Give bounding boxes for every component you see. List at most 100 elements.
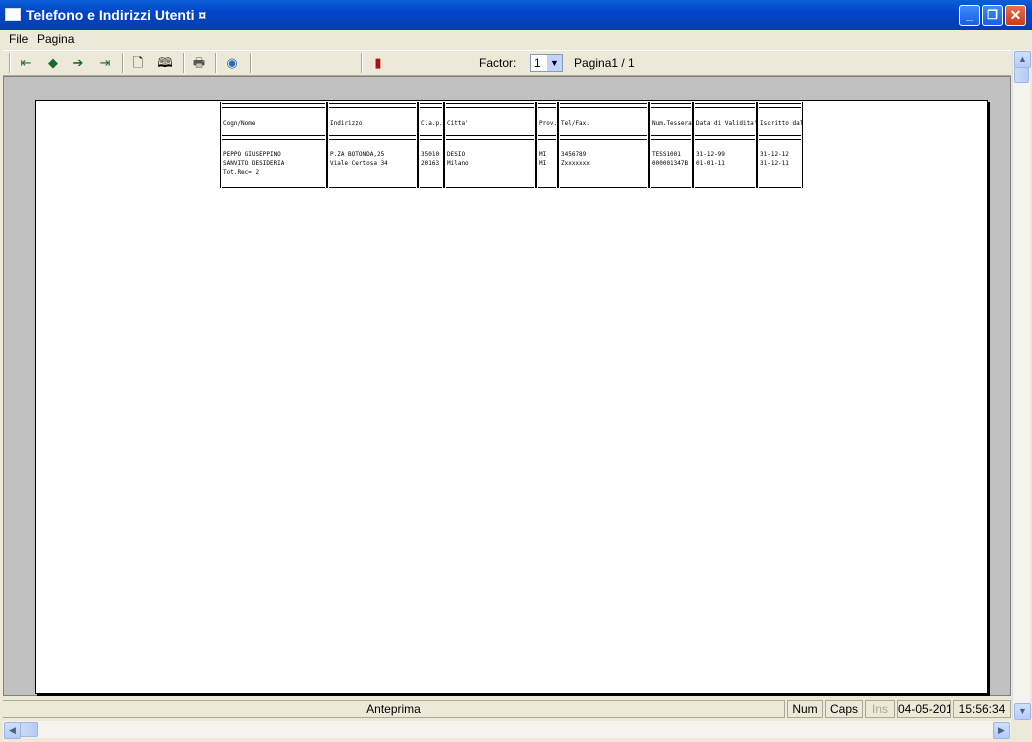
column-header: Iscritto dal — [760, 120, 804, 127]
exit-door-icon: ▮ — [374, 55, 382, 70]
chevron-down-icon[interactable]: ▼ — [547, 55, 562, 71]
export-icon: ◉ — [226, 55, 238, 70]
minimize-button[interactable]: _ — [959, 5, 980, 26]
print-preview-area[interactable]: Cogn/Nome PEPPO GIUSEPPINO SANVITO DESID… — [3, 76, 1011, 696]
exit-button[interactable]: ▮ — [367, 53, 389, 73]
printer-icon: 🖶 — [192, 55, 206, 70]
restore-icon: ❐ — [987, 8, 998, 22]
vertical-scroll-thumb[interactable] — [1014, 67, 1029, 83]
page-indicator: Pagina1 / 1 — [574, 56, 635, 70]
factor-select[interactable]: 1 ▼ — [530, 54, 563, 72]
status-mode: Anteprima — [3, 700, 785, 718]
column-header: Indirizzo — [330, 120, 363, 127]
status-bar: Anteprima Num Caps Ins 04-05-2016 15:56:… — [3, 698, 1011, 720]
chevron-right-icon: ▶ — [998, 725, 1005, 735]
menu-pagina[interactable]: Pagina — [37, 32, 74, 46]
status-time: 15:56:34 — [953, 700, 1011, 718]
cell: P.ZA BOTONDA,25 — [330, 151, 385, 158]
scroll-left-button[interactable]: ◀ — [4, 722, 21, 739]
factor-label: Factor: — [479, 56, 517, 70]
two-pages-icon: 🕮 — [157, 55, 173, 70]
column-header: Num.Tessera — [652, 120, 692, 127]
first-page-icon: ⇤ — [20, 55, 32, 70]
cell: 000001347B — [652, 160, 689, 167]
column-header: Tel/Fax. — [561, 120, 590, 127]
chevron-left-icon: ◀ — [9, 725, 16, 735]
status-caps: Caps — [825, 700, 863, 718]
factor-value: 1 — [534, 56, 541, 70]
cell: TESS1001 — [652, 151, 681, 158]
app-icon[interactable] — [5, 8, 21, 21]
cell: 01-01-11 — [696, 160, 725, 167]
cell: MI — [539, 160, 547, 167]
report-column: Citta' DESIO Milano — [444, 102, 536, 188]
prev-page-button[interactable]: ◆ — [42, 53, 64, 73]
report-column: Indirizzo P.ZA BOTONDA,25 Viale Certosa … — [327, 102, 418, 188]
column-header: Cogn/Nome — [223, 120, 256, 127]
toolbar-grip — [9, 53, 11, 73]
cell: 35010 — [421, 151, 440, 158]
close-button[interactable]: ✕ — [1005, 5, 1026, 26]
report-column: Tel/Fax. 3456789 Zxxxxxxx — [558, 102, 649, 188]
report-column: C.a.p. 35010 20163 — [418, 102, 444, 188]
cell: DESIO — [447, 151, 466, 158]
column-header: Prov. — [539, 120, 558, 127]
toolbar-separator — [361, 53, 363, 73]
cell: Milano — [447, 160, 469, 167]
cell: 31-12-12 — [760, 151, 789, 158]
print-button[interactable]: 🖶 — [188, 53, 210, 73]
cell: 31-12-99 — [696, 151, 725, 158]
chevron-down-icon: ▼ — [1018, 706, 1027, 716]
toolbar-separator — [250, 53, 252, 73]
export-button[interactable]: ◉ — [221, 53, 243, 73]
cell: PEPPO GIUSEPPINO — [223, 151, 281, 158]
toolbar-separator — [183, 53, 185, 73]
report-column: Data di Validita' 31-12-99 01-01-11 — [693, 102, 757, 188]
toolbar-separator — [122, 53, 124, 73]
minimize-icon: _ — [966, 8, 973, 22]
toolbar-separator — [215, 53, 217, 73]
single-page-button[interactable]: 🗋 — [127, 53, 149, 73]
status-date: 04-05-2016 — [897, 700, 951, 718]
cell: Zxxxxxxx — [561, 160, 590, 167]
status-num: Num — [787, 700, 823, 718]
horizontal-scrollbar[interactable]: ◀ ▶ — [3, 721, 1011, 739]
restore-button[interactable]: ❐ — [982, 5, 1003, 26]
next-page-icon: ➔ — [72, 55, 84, 70]
first-page-button[interactable]: ⇤ — [15, 53, 37, 73]
column-header: Citta' — [447, 120, 469, 127]
scroll-down-button[interactable]: ▼ — [1014, 703, 1031, 720]
column-header: C.a.p. — [421, 120, 443, 127]
cell: Viale Certosa 34 — [330, 160, 388, 167]
last-page-button[interactable]: ⇥ — [94, 53, 116, 73]
menu-bar: File Pagina — [0, 30, 1032, 49]
column-header: Data di Validita' — [696, 120, 758, 127]
scroll-up-button[interactable]: ▲ — [1014, 51, 1031, 68]
cell: MI — [539, 151, 547, 158]
cell: 31-12-11 — [760, 160, 789, 167]
window-title: Telefono e Indirizzi Utenti ¤ — [26, 7, 207, 23]
single-page-icon: 🗋 — [132, 55, 144, 70]
chevron-up-icon: ▲ — [1018, 54, 1027, 64]
report-column: Cogn/Nome PEPPO GIUSEPPINO SANVITO DESID… — [220, 102, 327, 188]
menu-file[interactable]: File — [9, 32, 28, 46]
horizontal-scroll-thumb[interactable] — [20, 722, 38, 737]
report-column: Iscritto dal 31-12-12 31-12-11 — [757, 102, 803, 188]
application-window: Telefono e Indirizzi Utenti ¤ _ ❐ ✕ File… — [0, 0, 1032, 742]
toolbar: ⇤ ◆ ➔ ⇥ 🗋 🕮 🖶 ◉ ▮ Factor: 1 ▼ Pagina1 / … — [3, 50, 1011, 76]
next-page-button[interactable]: ➔ — [67, 53, 89, 73]
cell: 3456789 — [561, 151, 587, 158]
report-column: Prov. MI MI — [536, 102, 558, 188]
title-bar[interactable]: Telefono e Indirizzi Utenti ¤ _ ❐ ✕ — [0, 0, 1032, 30]
report-page: Cogn/Nome PEPPO GIUSEPPINO SANVITO DESID… — [35, 100, 988, 694]
cell: Tot.Rec= 2 — [223, 169, 260, 176]
two-pages-button[interactable]: 🕮 — [154, 53, 176, 73]
prev-page-icon: ◆ — [48, 55, 58, 70]
vertical-scrollbar[interactable]: ▲ ▼ — [1012, 50, 1031, 720]
scroll-right-button[interactable]: ▶ — [993, 722, 1010, 739]
last-page-icon: ⇥ — [99, 55, 111, 70]
cell: SANVITO DESIDERIA — [223, 160, 285, 167]
cell: 20163 — [421, 160, 440, 167]
close-icon: ✕ — [1009, 7, 1022, 23]
report-column: Num.Tessera TESS1001 000001347B — [649, 102, 693, 188]
